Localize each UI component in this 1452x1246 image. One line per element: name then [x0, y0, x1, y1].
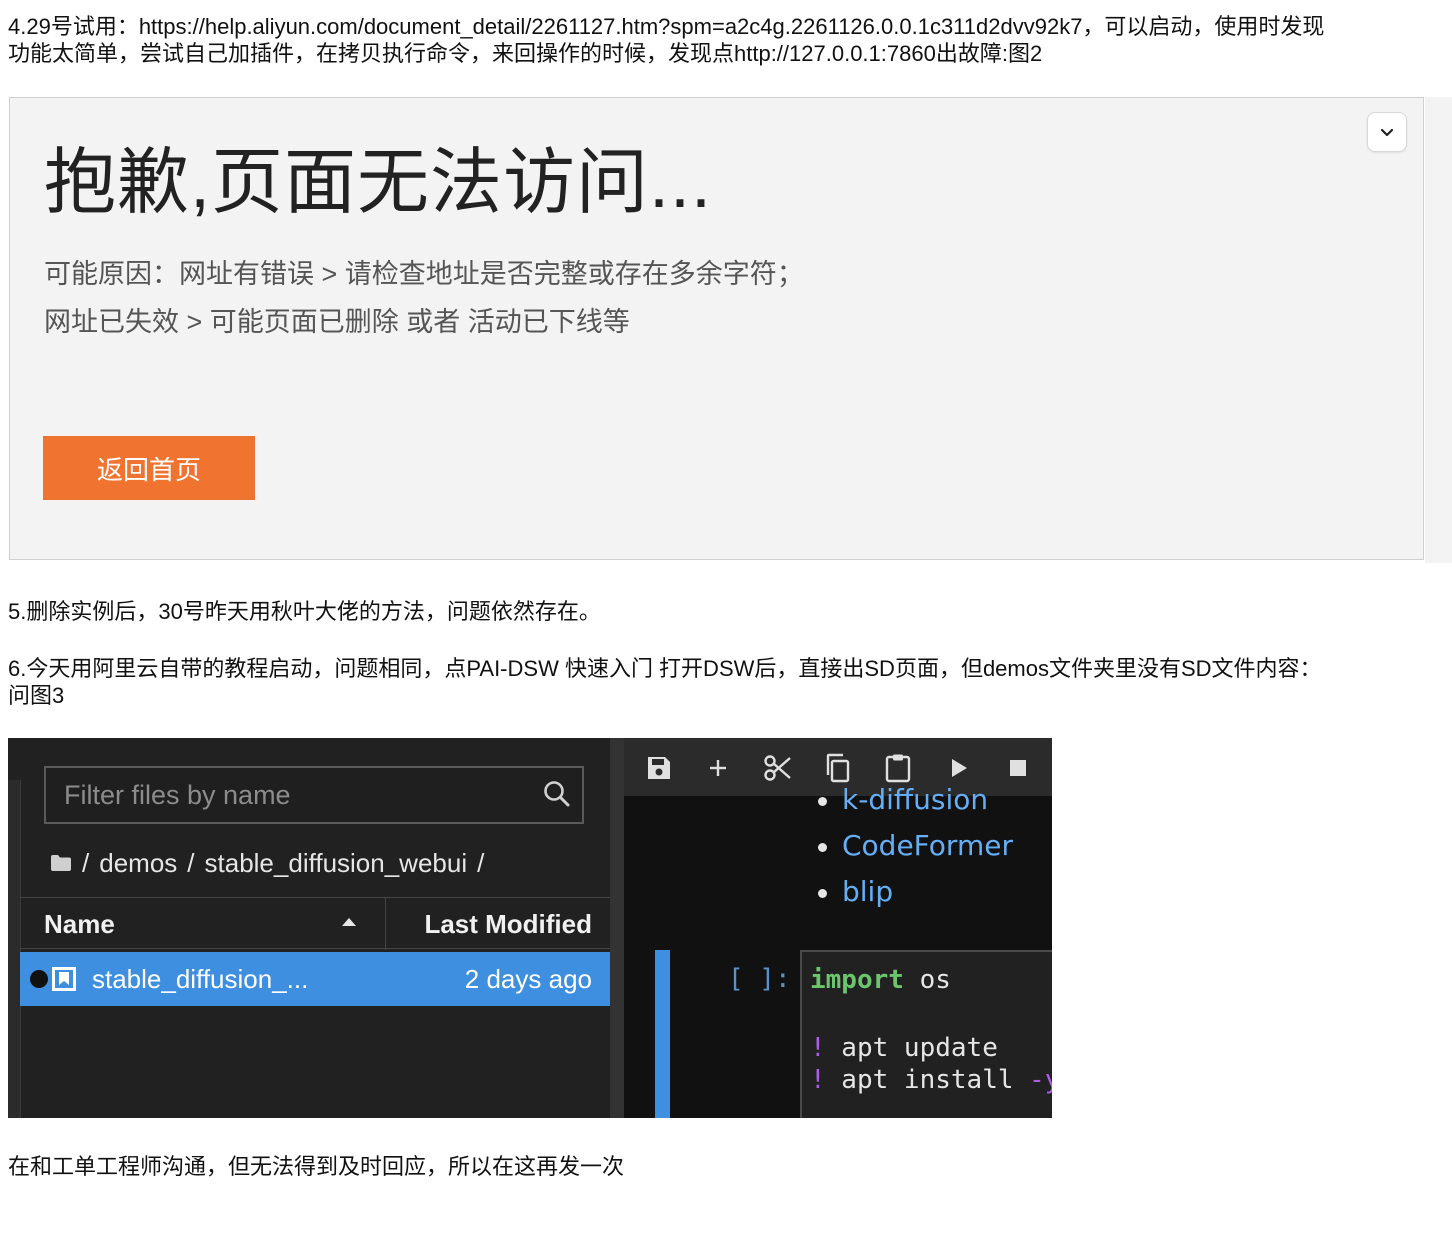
active-cell-indicator[interactable]: [655, 950, 670, 1118]
list-item: blip: [817, 874, 893, 910]
paragraph-line: 4.29号试用：https://help.aliyun.com/document…: [8, 14, 1325, 39]
code-bang: !: [810, 1065, 826, 1095]
code-text: os: [903, 965, 951, 995]
panel-splitter[interactable]: [610, 738, 624, 1118]
copy-icon: [826, 753, 850, 783]
list-item: k-diffusion: [817, 782, 988, 818]
run-button[interactable]: [942, 752, 974, 784]
list-item-link[interactable]: blip: [842, 875, 893, 908]
code-line: ! apt install -y: [810, 1064, 1052, 1096]
paste-icon: [885, 754, 911, 783]
file-browser-panel: / demos / stable_diffusion_webui / Name …: [8, 738, 610, 1118]
column-divider[interactable]: [385, 898, 386, 950]
breadcrumb-stable-diffusion-webui[interactable]: stable_diffusion_webui: [205, 848, 468, 879]
paragraph-trial-report: 4.29号试用：https://help.aliyun.com/document…: [8, 13, 1448, 67]
list-item-link[interactable]: CodeFormer: [842, 829, 1013, 862]
code-bang: !: [810, 1033, 826, 1063]
paragraph-retry-report: 5.删除实例后，30号昨天用秋叶大佬的方法，问题依然存在。: [8, 599, 601, 624]
paragraph-line: 6.今天用阿里云自带的教程启动，问题相同，点PAI-DSW 快速入门 打开DSW…: [8, 656, 1322, 681]
column-name-header[interactable]: Name: [44, 898, 115, 950]
search-icon[interactable]: [542, 779, 572, 809]
breadcrumb-separator: /: [477, 847, 485, 878]
file-name: stable_diffusion_...: [92, 964, 309, 994]
breadcrumb-separator: /: [82, 847, 90, 878]
screenshot-edge-strip: [1425, 97, 1452, 563]
code-text: apt install: [825, 1065, 1030, 1095]
folder-icon[interactable]: [50, 854, 72, 872]
filter-files-input[interactable]: [44, 766, 584, 824]
cut-icon: [764, 755, 791, 781]
breadcrumb-demos[interactable]: demos: [99, 848, 177, 879]
notebook-icon: [52, 967, 76, 991]
file-last-modified: 2 days ago: [464, 964, 592, 994]
list-item-link[interactable]: k-diffusion: [842, 783, 988, 816]
sidebar-edge: [8, 780, 21, 1118]
save-icon: [648, 757, 670, 779]
code-text: apt update: [825, 1033, 998, 1063]
breadcrumb-separator: /: [187, 847, 195, 878]
code-cell-editor[interactable]: import os ! apt update ! apt install -y: [800, 950, 1052, 1118]
stop-icon: [1010, 760, 1026, 776]
chevron-down-icon: [1380, 128, 1394, 137]
paste-button[interactable]: [882, 752, 914, 784]
code-flag: -y: [1029, 1065, 1052, 1095]
cut-button[interactable]: [762, 752, 794, 784]
error-reason-line: 可能原因：网址有错误 > 请检查地址是否完整或存在多余字符；: [44, 259, 804, 289]
sort-ascending-icon[interactable]: [340, 916, 358, 928]
column-last-modified-header[interactable]: Last Modified: [424, 898, 592, 950]
paragraph-line: 问图3: [8, 683, 65, 708]
stop-button[interactable]: [1002, 752, 1034, 784]
file-row[interactable]: stable_diffusion_... 2 days ago: [20, 952, 610, 1006]
add-icon: [710, 760, 726, 776]
run-icon: [952, 759, 967, 777]
list-item: CodeFormer: [818, 828, 1013, 864]
copy-button[interactable]: [822, 752, 854, 784]
save-button[interactable]: [643, 752, 675, 784]
code-line: import os: [810, 964, 951, 996]
error-title: 抱歉,页面无法访问...: [44, 143, 713, 223]
error-reason-line: 网址已失效 > 可能页面已删除 或者 活动已下线等: [44, 307, 630, 337]
expand-button[interactable]: [1367, 112, 1407, 152]
paragraph-dsw-report: 6.今天用阿里云自带的教程启动，问题相同，点PAI-DSW 快速入门 打开DSW…: [8, 655, 1448, 709]
back-to-home-button[interactable]: 返回首页: [43, 436, 255, 500]
jupyter-screenshot: / demos / stable_diffusion_webui / Name …: [8, 738, 1052, 1118]
file-list-header: Name Last Modified: [20, 897, 610, 950]
notebook-area: k-diffusion CodeFormer blip [ ]: import …: [624, 783, 1052, 1118]
cell-prompt: [ ]:: [728, 964, 791, 994]
paragraph-line: 功能太简单，尝试自己加插件，在拷贝执行命令，来回操作的时候，发现点http://…: [8, 41, 1043, 66]
error-page-screenshot: 抱歉,页面无法访问... 可能原因：网址有错误 > 请检查地址是否完整或存在多余…: [9, 97, 1424, 560]
running-indicator-icon: [30, 970, 48, 988]
insert-cell-button[interactable]: [702, 752, 734, 784]
code-keyword: import: [810, 965, 904, 995]
code-line: ! apt update: [810, 1032, 998, 1064]
paragraph-closing-note: 在和工单工程师沟通，但无法得到及时回应，所以在这再发一次: [8, 1154, 625, 1179]
breadcrumb: / demos / stable_diffusion_webui /: [50, 846, 484, 880]
